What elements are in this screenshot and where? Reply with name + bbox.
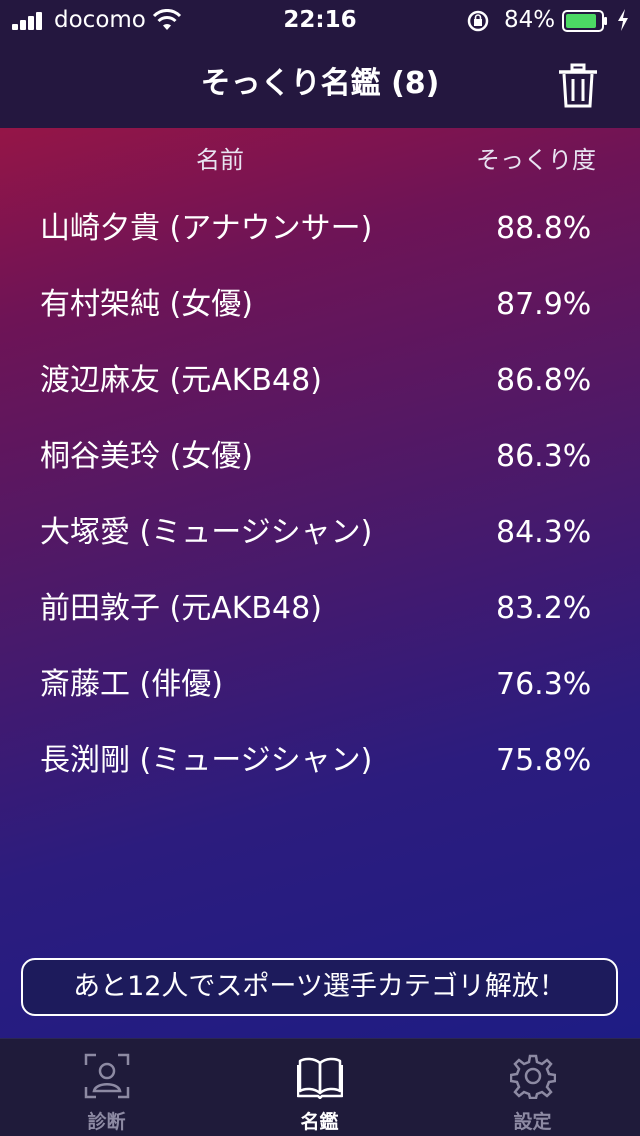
celebrity-name: 渡辺麻友 (元AKB48) <box>40 363 322 398</box>
page-title: そっくり名鑑 (8) <box>200 66 440 101</box>
tab-settings[interactable]: 設定 <box>426 1039 639 1136</box>
celebrity-name: 桐谷美玲 (女優) <box>40 439 253 474</box>
celebrity-name: 山崎夕貴 (アナウンサー) <box>40 211 373 246</box>
tab-diagnosis[interactable]: 診断 <box>0 1039 213 1136</box>
status-bar: docomo 22:16 84% <box>0 0 640 40</box>
celebrity-name: 前田敦子 (元AKB48) <box>40 591 322 626</box>
celebrity-name: 長渕剛 (ミュージシャン) <box>40 743 373 778</box>
rotation-lock-icon <box>467 10 489 32</box>
battery-percent: 84% <box>504 7 556 33</box>
charging-bolt-icon <box>618 9 628 31</box>
category-unlock-banner[interactable]: あと12人でスポーツ選手カテゴリ解放！ <box>21 958 618 1016</box>
list-item[interactable]: 渡辺麻友 (元AKB48) 86.8% <box>0 350 640 410</box>
delete-all-button[interactable] <box>556 62 600 110</box>
column-header-name: 名前 <box>196 146 244 174</box>
similarity-score: 84.3% <box>496 515 592 550</box>
similarity-score: 76.3% <box>496 667 592 702</box>
list-item[interactable]: 斎藤工 (俳優) 76.3% <box>0 654 640 714</box>
list-item[interactable]: 山崎夕貴 (アナウンサー) 88.8% <box>0 198 640 258</box>
tab-bar: 診断 名鑑 設定 <box>0 1038 640 1136</box>
list-item[interactable]: 桐谷美玲 (女優) 86.3% <box>0 426 640 486</box>
tab-label: 設定 <box>513 1111 552 1133</box>
gear-icon <box>510 1054 556 1099</box>
tab-directory[interactable]: 名鑑 <box>213 1039 426 1136</box>
similarity-score: 88.8% <box>496 211 592 246</box>
list-item[interactable]: 有村架純 (女優) 87.9% <box>0 274 640 334</box>
celebrity-name: 有村架純 (女優) <box>40 287 253 322</box>
battery-icon <box>562 10 607 32</box>
similarity-score: 87.9% <box>496 287 592 322</box>
open-book-icon <box>297 1057 343 1099</box>
similarity-score: 75.8% <box>496 743 592 778</box>
tab-label: 診断 <box>87 1111 126 1133</box>
top-bar: docomo 22:16 84% そっくり名鑑 (8) <box>0 0 640 128</box>
column-header-score: そっくり度 <box>476 146 596 174</box>
screen: docomo 22:16 84% そっくり名鑑 (8) 名前 そっくり度 山崎夕… <box>0 0 640 1136</box>
similarity-score: 86.3% <box>496 439 592 474</box>
trash-icon <box>559 63 597 108</box>
list-item[interactable]: 大塚愛 (ミュージシャン) 84.3% <box>0 502 640 562</box>
lookalike-list: 名前 そっくり度 山崎夕貴 (アナウンサー) 88.8% 有村架純 (女優) 8… <box>0 128 640 1038</box>
similarity-score: 86.8% <box>496 363 592 398</box>
tab-label: 名鑑 <box>300 1111 339 1133</box>
list-item[interactable]: 長渕剛 (ミュージシャン) 75.8% <box>0 730 640 790</box>
celebrity-name: 大塚愛 (ミュージシャン) <box>40 515 373 550</box>
list-item[interactable]: 前田敦子 (元AKB48) 83.2% <box>0 578 640 638</box>
celebrity-name: 斎藤工 (俳優) <box>40 667 223 702</box>
similarity-score: 83.2% <box>496 591 592 626</box>
face-scan-icon <box>84 1053 130 1099</box>
